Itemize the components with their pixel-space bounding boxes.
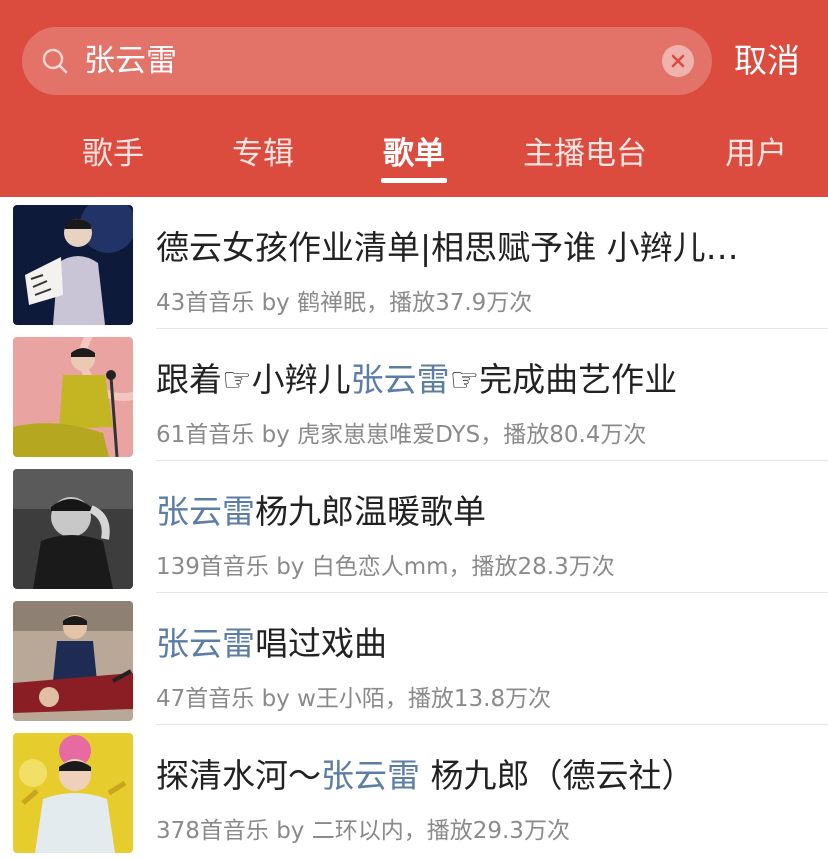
playlist-cover [13,337,133,457]
playlist-meta: 61首音乐 by 虎家崽崽唯爱DYS，播放80.4万次 [156,422,647,448]
active-tab-indicator [381,178,447,183]
playlist-title: 张云雷杨九郎温暖歌单 [156,492,486,531]
playlist-meta: 47首音乐 by w王小陌，播放13.8万次 [156,686,552,712]
playlist-title: 探清水河～张云雷 杨九郎（德云社） [156,756,695,795]
playlist-list: 德云女孩作业清单|相思赋予谁 小辫儿… 43首音乐 by 鹤禅眠，播放37.9万… [0,197,828,857]
search-input[interactable]: 张云雷 [84,27,177,95]
playlist-meta: 378首音乐 by 二环以内，播放29.3万次 [156,818,570,844]
playlist-meta: 139首音乐 by 白色恋人mm，播放28.3万次 [156,554,615,580]
playlist-cover [13,601,133,721]
tab-singers[interactable]: 歌手 [82,128,144,173]
search-icon [42,48,68,74]
tab-playlists[interactable]: 歌单 [383,128,445,173]
playlist-cover [13,205,133,325]
playlist-meta: 43首音乐 by 鹤禅眠，播放37.9万次 [156,290,533,316]
search-header: 张云雷 取消 歌手 专辑 歌单 主播电台 用户 [0,0,828,197]
clear-search-button[interactable] [662,45,694,77]
playlist-title: 跟着☞小辫儿张云雷☞完成曲艺作业 [156,360,678,399]
playlist-cover [13,733,133,853]
search-box[interactable]: 张云雷 [22,27,712,95]
playlist-title: 张云雷唱过戏曲 [156,624,387,663]
category-tabs: 歌手 专辑 歌单 主播电台 用户 [0,110,828,197]
close-icon [671,54,685,68]
tab-radio[interactable]: 主播电台 [523,128,647,173]
playlist-item[interactable]: 跟着☞小辫儿张云雷☞完成曲艺作业 61首音乐 by 虎家崽崽唯爱DYS，播放80… [0,329,828,461]
tab-albums[interactable]: 专辑 [232,128,294,173]
playlist-item[interactable]: 德云女孩作业清单|相思赋予谁 小辫儿… 43首音乐 by 鹤禅眠，播放37.9万… [0,197,828,329]
playlist-item[interactable]: 张云雷唱过戏曲 47首音乐 by w王小陌，播放13.8万次 [0,593,828,725]
playlist-cover [13,469,133,589]
cancel-button[interactable]: 取消 [734,27,800,95]
tab-users[interactable]: 用户 [725,128,787,173]
playlist-item[interactable]: 探清水河～张云雷 杨九郎（德云社） 378首音乐 by 二环以内，播放29.3万… [0,725,828,857]
playlist-item[interactable]: 张云雷杨九郎温暖歌单 139首音乐 by 白色恋人mm，播放28.3万次 [0,461,828,593]
playlist-title: 德云女孩作业清单|相思赋予谁 小辫儿… [156,228,739,267]
